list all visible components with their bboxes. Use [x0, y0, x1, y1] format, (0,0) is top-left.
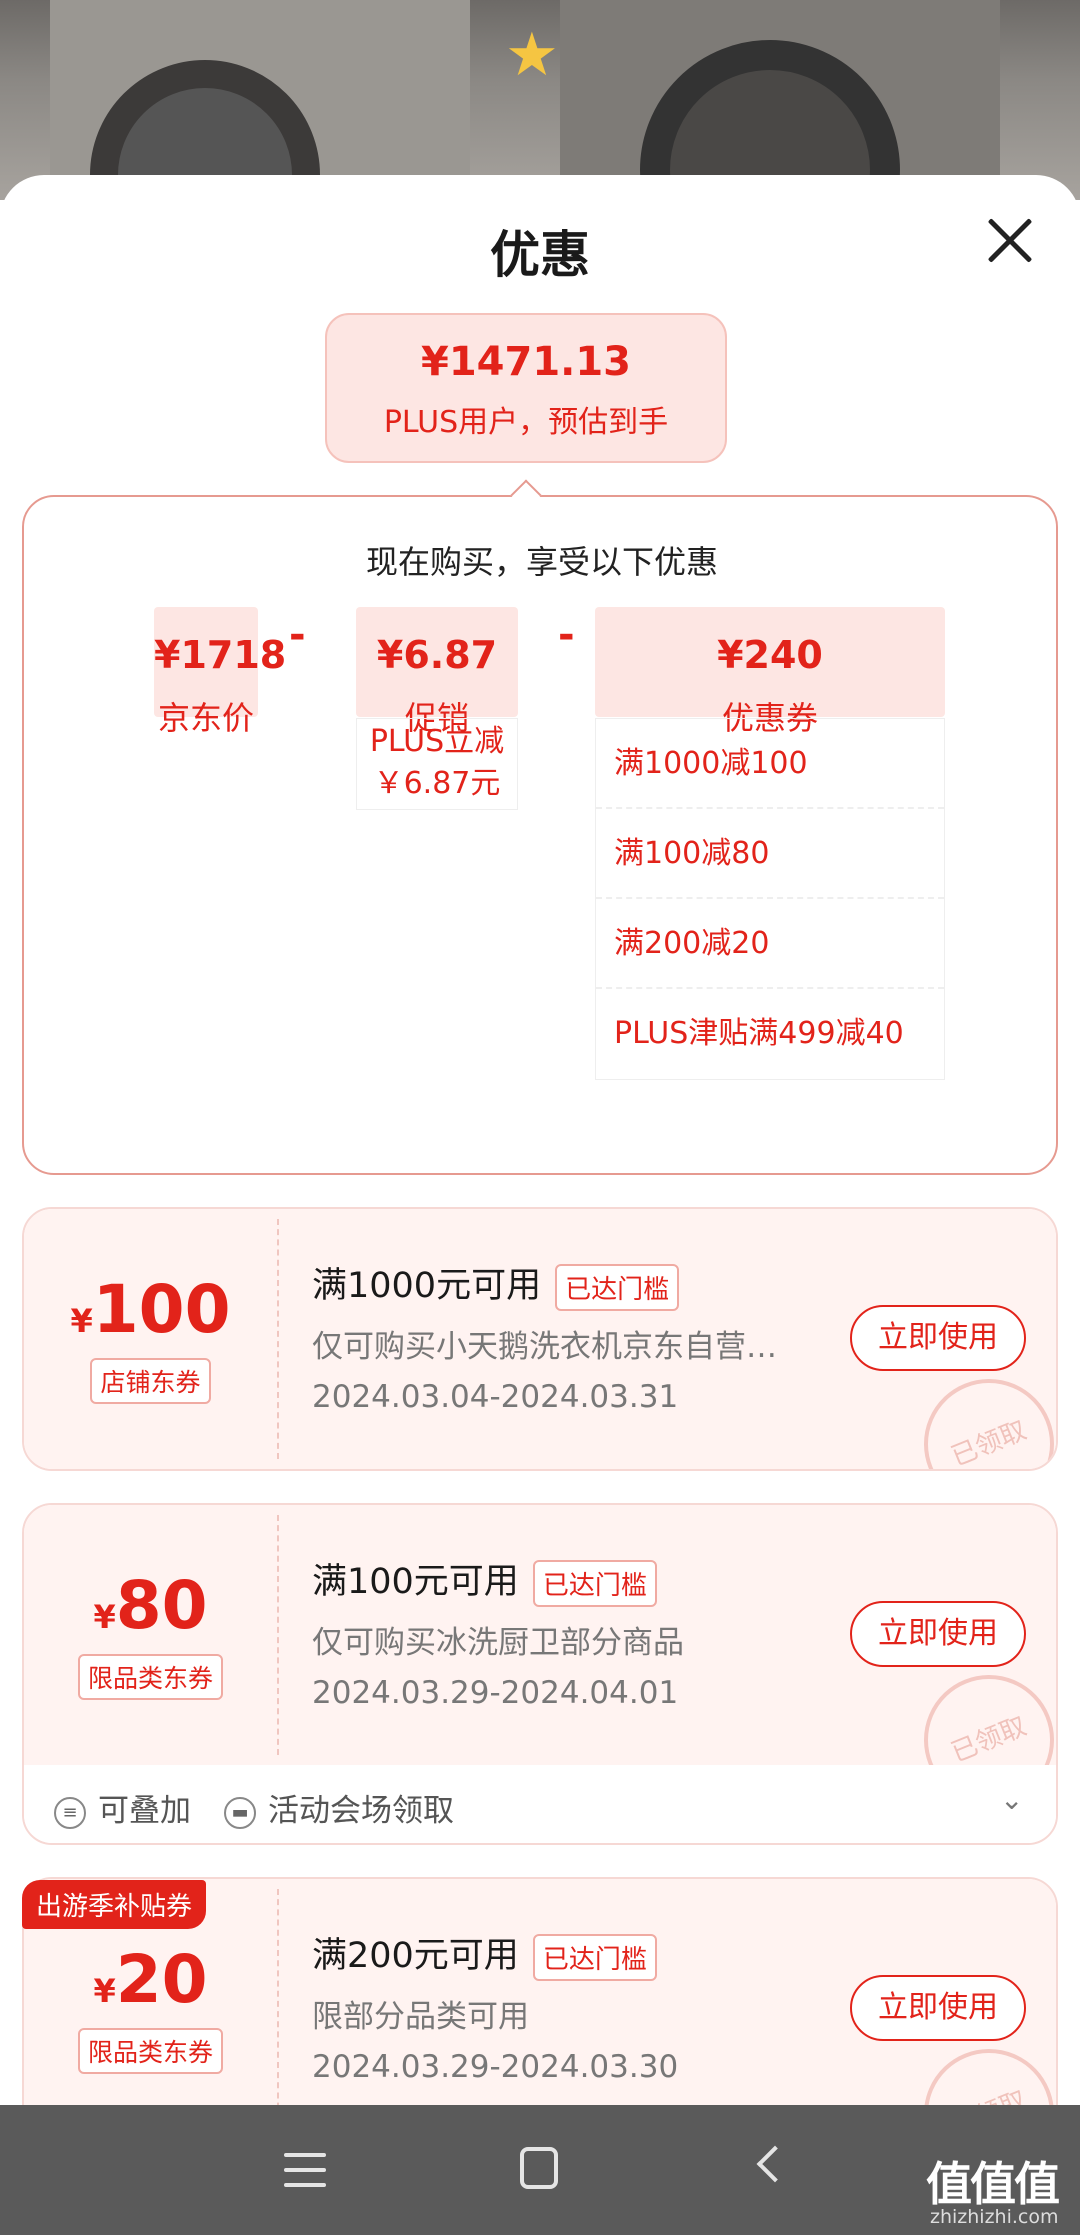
coupon-amount: 100 — [92, 1271, 231, 1348]
list-item: PLUS津贴满499减40 — [614, 1016, 904, 1051]
threshold-reached-badge: 已达门槛 — [555, 1263, 680, 1311]
coupon-title: 满100元可用 已达门槛 — [312, 1553, 657, 1607]
coupon-amount: 80 — [115, 1567, 208, 1644]
coupon-title: 满1000元可用 已达门槛 — [312, 1257, 680, 1311]
star-icon: ★ — [505, 20, 559, 90]
chevron-down-icon[interactable]: ⌄ — [1000, 1783, 1023, 1816]
coupon-threshold: 满1000元可用 — [312, 1266, 542, 1306]
coupon-scope: 限部分品类可用 — [312, 1999, 529, 2035]
coupon-type-tag: 限品类东券 — [77, 1654, 223, 1700]
claimed-stamp: 已领取 — [904, 1359, 1056, 1469]
coupon-scope: 仅可购买冰洗厨卫部分商品 — [312, 1625, 684, 1661]
threshold-reached-badge: 已达门槛 — [532, 1933, 657, 1981]
jd-price-value: ¥1718 — [154, 633, 287, 677]
coupon-footer[interactable]: ≡ 可叠加 ▬ 活动会场领取 ⌄ — [24, 1765, 1056, 1843]
estimated-price-box: ¥1471.13 PLUS用户，预估到手 — [325, 313, 727, 463]
minus-sign: - — [558, 612, 575, 658]
use-now-button[interactable]: 立即使用 — [850, 1975, 1026, 2041]
currency-symbol: ¥ — [93, 1972, 116, 2010]
coupon-card: ¥80 限品类东券 满100元可用 已达门槛 仅可购买冰洗厨卫部分商品 2024.… — [22, 1503, 1058, 1845]
promo-detail-line: ￥6.87元 — [373, 766, 501, 801]
back-icon[interactable] — [756, 2145, 794, 2183]
estimated-price-label: PLUS用户，预估到手 — [383, 405, 669, 440]
system-nav-bar — [0, 2105, 1080, 2235]
use-now-button[interactable]: 立即使用 — [850, 1601, 1026, 1667]
promo-detail-line: PLUS立减 — [369, 724, 505, 759]
coupon-validity: 2024.03.29-2024.03.30 — [312, 2049, 679, 2085]
source-label: 活动会场领取 — [268, 1793, 454, 1829]
coupon-validity: 2024.03.04-2024.03.31 — [312, 1379, 679, 1415]
subsidy-ribbon: 出游季补贴券 — [22, 1880, 207, 1929]
promo-value: ¥6.87 — [376, 633, 498, 677]
stack-icon: ≡ — [54, 1796, 86, 1829]
use-now-button[interactable]: 立即使用 — [850, 1305, 1026, 1371]
home-icon[interactable] — [520, 2147, 558, 2189]
discount-sheet: 优惠 ¥1471.13 PLUS用户，预估到手 现在购买，享受以下优惠 ¥171… — [0, 175, 1080, 2105]
minus-sign: - — [289, 612, 306, 658]
list-item: 满100减80 — [596, 809, 944, 899]
ticket-icon: ▬ — [224, 1796, 256, 1829]
product-photo-background: ★ — [0, 0, 1080, 200]
watermark-url: zhizhizhi.com — [930, 2206, 1059, 2228]
jd-price-cell: ¥1718 京东价 — [154, 607, 287, 737]
list-item: 满200减20 — [596, 899, 944, 989]
coupon-threshold: 满200元可用 — [312, 1936, 519, 1976]
promo-detail: PLUS立减 ￥6.87元 — [356, 718, 518, 810]
coupon-card: ¥100 店铺东券 满1000元可用 已达门槛 仅可购买小天鹅洗衣机京东自营… 2… — [22, 1207, 1058, 1471]
list-item: 满1000减100 — [596, 719, 944, 809]
promo-cell: ¥6.87 促销 — [356, 607, 518, 737]
currency-symbol: ¥ — [70, 1302, 93, 1340]
coupon-scope: 仅可购买小天鹅洗衣机京东自营… — [312, 1329, 777, 1365]
breakdown-title: 现在购买，享受以下优惠 — [365, 543, 718, 581]
coupon-cell: ¥240 优惠券 — [595, 607, 945, 737]
coupon-type-tag: 店铺东券 — [90, 1358, 211, 1404]
close-icon[interactable] — [985, 215, 1035, 265]
coupon-amount: 20 — [115, 1941, 208, 2018]
estimated-price: ¥1471.13 — [420, 339, 632, 385]
threshold-reached-badge: 已达门槛 — [532, 1559, 657, 1607]
coupon-type-tag: 限品类东券 — [77, 2028, 223, 2074]
coupon-validity: 2024.03.29-2024.04.01 — [312, 1675, 679, 1711]
jd-price-label: 京东价 — [157, 699, 254, 737]
sheet-title: 优惠 — [490, 226, 590, 284]
coupon-title: 满200元可用 已达门槛 — [312, 1927, 657, 1981]
source-info: ▬ 活动会场领取 — [224, 1785, 454, 1830]
coupon-breakdown-list: 满1000减100 满100减80 满200减20 PLUS津贴满499减40 — [595, 718, 945, 1080]
recent-apps-icon[interactable] — [284, 2153, 326, 2198]
coupon-threshold: 满100元可用 — [312, 1562, 519, 1602]
coupon-value: ¥240 — [717, 633, 823, 677]
watermark-logo: 值值值 — [926, 2157, 1060, 2211]
currency-symbol: ¥ — [93, 1598, 116, 1636]
stackable-label: 可叠加 — [98, 1793, 191, 1829]
stackable-info: ≡ 可叠加 — [54, 1785, 191, 1830]
